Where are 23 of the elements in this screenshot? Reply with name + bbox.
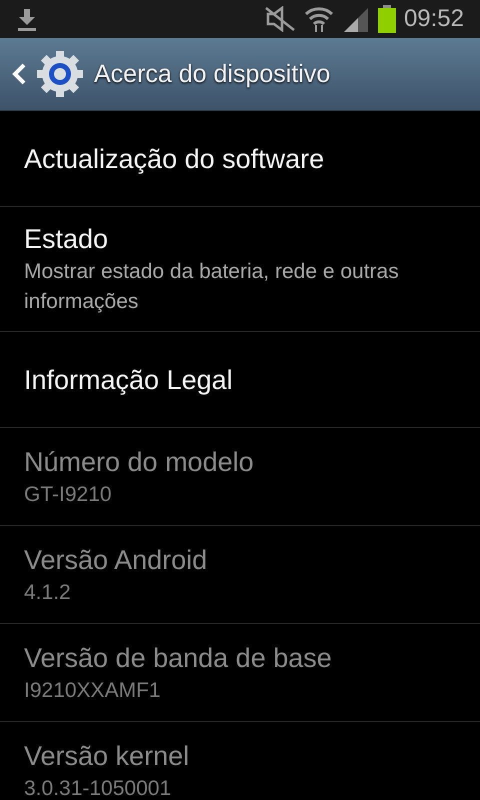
item-title: Informação Legal bbox=[24, 364, 234, 397]
gear-icon bbox=[36, 50, 84, 98]
mute-icon bbox=[264, 6, 296, 32]
wifi-icon bbox=[304, 5, 334, 33]
item-title: Actualização do software bbox=[24, 142, 326, 176]
back-icon[interactable] bbox=[12, 63, 26, 85]
item-title: Versão de banda de base bbox=[24, 642, 333, 674]
status-time: 09:52 bbox=[404, 5, 464, 33]
item-summary: GT-I9210 bbox=[24, 482, 113, 508]
item-summary: Mostrar estado da bateria, rede e outras informações bbox=[24, 259, 400, 315]
download-icon bbox=[16, 7, 38, 31]
item-title: Estado bbox=[24, 223, 110, 256]
item-summary: I9210XXAMF1 bbox=[24, 678, 162, 704]
item-title: Versão Android bbox=[24, 544, 208, 576]
item-summary: 3.0.31-1050001 bbox=[24, 776, 172, 800]
battery-icon bbox=[378, 5, 396, 33]
item-title: Versão kernel bbox=[24, 740, 190, 772]
settings-item[interactable]: Actualização do software bbox=[0, 111, 480, 207]
item-title: Número do modelo bbox=[24, 446, 255, 478]
settings-item[interactable]: Informação Legal bbox=[0, 332, 480, 428]
settings-item[interactable]: Estado Mostrar estado da bateria, rede e outras informações bbox=[0, 207, 480, 332]
screen-title: Acerca do dispositivo bbox=[94, 60, 330, 88]
item-summary: 4.1.2 bbox=[24, 580, 72, 606]
